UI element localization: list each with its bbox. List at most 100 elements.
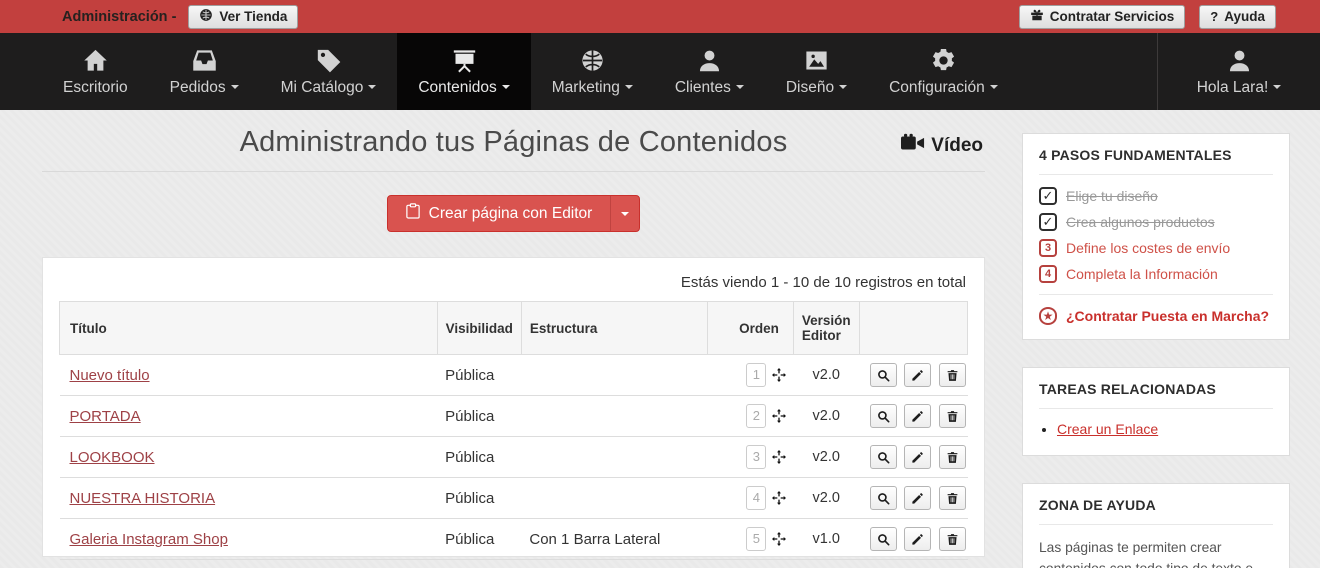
move-icon[interactable]: [771, 367, 787, 383]
tag-icon: [315, 47, 342, 74]
version-cell: v2.0: [793, 559, 860, 568]
preview-button[interactable]: [870, 404, 898, 428]
chevron-down-icon: [735, 85, 744, 90]
globe-icon: [579, 47, 606, 74]
nav-item-diseno[interactable]: Diseño: [765, 33, 868, 110]
page-title-link[interactable]: Galeria Instagram Shop: [70, 531, 228, 548]
table-header-row: Título Visibilidad Estructura Orden Vers…: [59, 301, 969, 355]
crear-enlace-link[interactable]: Crear un Enlace: [1057, 421, 1158, 437]
tasks-panel: TAREAS RELACIONADAS Crear un Enlace: [1022, 367, 1290, 456]
visibility-cell: Pública: [437, 477, 522, 519]
step-item[interactable]: ✓ Crea algunos productos: [1039, 213, 1273, 231]
structure-cell: [521, 354, 708, 396]
step-item[interactable]: 4 Completa la Información: [1039, 265, 1273, 283]
header-actions: [858, 301, 969, 355]
version-cell: v2.0: [793, 354, 860, 396]
nav-item-pedidos[interactable]: Pedidos: [149, 33, 260, 110]
table-row: Nuevo título Pública 1 v2.0: [59, 354, 968, 396]
create-page-dropdown-toggle[interactable]: [610, 196, 639, 231]
contratar-servicios-button[interactable]: Contratar Servicios: [1018, 4, 1186, 29]
nav-item-mi-catalogo[interactable]: Mi Catálogo: [260, 33, 398, 110]
chevron-down-icon: [989, 85, 998, 90]
delete-button[interactable]: [938, 445, 966, 469]
pages-table-card: Estás viendo 1 - 10 de 10 registros en t…: [42, 257, 985, 568]
delete-button[interactable]: [938, 527, 966, 551]
header-visibilidad: Visibilidad: [436, 301, 522, 355]
avatar: [1226, 47, 1253, 74]
nav-item-clientes[interactable]: Clientes: [654, 33, 765, 110]
page-title-link[interactable]: PORTADA: [70, 408, 141, 425]
visibility-cell: Pública: [437, 395, 522, 437]
table-row: PORTADA Pública 2 v2.0: [59, 395, 968, 437]
easel-icon: [451, 47, 478, 74]
table-row: BLOG Pública 6 v2.0: [59, 559, 968, 568]
move-icon[interactable]: [771, 531, 787, 547]
header-version-editor: Versión Editor: [792, 301, 860, 355]
edit-button[interactable]: [904, 363, 932, 387]
version-cell: v1.0: [793, 518, 860, 560]
order-input[interactable]: 2: [746, 404, 767, 428]
structure-cell: Con 1 Barra Lateral: [521, 518, 708, 560]
video-link[interactable]: Vídeo: [901, 133, 983, 159]
step-item[interactable]: 3 Define los costes de envío: [1039, 239, 1273, 257]
right-sidebar: 4 PASOS FUNDAMENTALES ✓ Elige tu diseño …: [1010, 110, 1320, 568]
order-input[interactable]: 3: [746, 445, 767, 469]
nav-item-escritorio[interactable]: Escritorio: [42, 33, 149, 110]
list-item: Crear un Enlace: [1057, 421, 1273, 437]
inbox-icon: [191, 47, 218, 74]
preview-button[interactable]: [870, 363, 898, 387]
nav-item-marketing[interactable]: Marketing: [531, 33, 654, 110]
step-item[interactable]: ✓ Elige tu diseño: [1039, 187, 1273, 205]
delete-button[interactable]: [938, 363, 966, 387]
records-info: Estás viendo 1 - 10 de 10 registros en t…: [680, 274, 966, 291]
version-cell: v2.0: [793, 477, 860, 519]
preview-button[interactable]: [870, 527, 898, 551]
move-icon[interactable]: [771, 449, 787, 465]
order-input[interactable]: 5: [746, 527, 767, 551]
chevron-down-icon: [230, 85, 239, 90]
order-input[interactable]: 4: [746, 486, 767, 510]
version-cell: v2.0: [793, 436, 860, 478]
main-content: Administrando tus Páginas de Contenidos …: [0, 110, 1010, 568]
ver-tienda-button[interactable]: Ver Tienda: [188, 4, 299, 29]
nav-item-configuracion[interactable]: Configuración: [868, 33, 1019, 110]
preview-button[interactable]: [870, 486, 898, 510]
page-title-link[interactable]: Nuevo título: [70, 367, 150, 384]
delete-button[interactable]: [938, 404, 966, 428]
page-header: Administrando tus Páginas de Contenidos …: [42, 110, 985, 172]
toolbar: Crear página con Editor: [42, 195, 985, 232]
help-panel: ZONA DE AYUDA Las páginas te permiten cr…: [1022, 483, 1290, 568]
structure-cell: [521, 559, 708, 568]
move-icon[interactable]: [771, 490, 787, 506]
visibility-cell: Pública: [437, 354, 522, 396]
user-menu[interactable]: Hola Lara!: [1157, 33, 1320, 110]
create-page-split-button: Crear página con Editor: [386, 195, 641, 232]
page-title-link[interactable]: NUESTRA HISTORIA: [70, 490, 216, 507]
steps-panel-title: 4 PASOS FUNDAMENTALES: [1039, 147, 1232, 163]
edit-button[interactable]: [904, 527, 932, 551]
chevron-down-icon: [839, 85, 848, 90]
ayuda-button[interactable]: ? Ayuda: [1199, 4, 1276, 29]
move-icon[interactable]: [771, 408, 787, 424]
question-icon: ?: [1210, 9, 1219, 24]
delete-button[interactable]: [938, 486, 966, 510]
preview-button[interactable]: [870, 445, 898, 469]
star-icon: ★: [1039, 307, 1057, 325]
chevron-down-icon: [621, 211, 630, 216]
user-icon: [696, 47, 723, 74]
contratar-puesta-link[interactable]: ★ ¿Contratar Puesta en Marcha?: [1039, 307, 1273, 325]
header-orden: Orden: [706, 301, 794, 355]
clipboard-icon: [405, 203, 420, 224]
page-title-link[interactable]: LOOKBOOK: [70, 449, 155, 466]
step-number-badge: 3: [1039, 239, 1057, 257]
nav-item-contenidos[interactable]: Contenidos: [397, 33, 531, 110]
order-input[interactable]: 1: [746, 363, 767, 387]
edit-button[interactable]: [904, 404, 932, 428]
visibility-cell: Pública: [437, 518, 522, 560]
edit-button[interactable]: [904, 445, 932, 469]
edit-button[interactable]: [904, 486, 932, 510]
home-icon: [82, 47, 109, 74]
header-estructura: Estructura: [520, 301, 708, 355]
create-page-button[interactable]: Crear página con Editor: [388, 196, 611, 231]
structure-cell: [521, 436, 708, 478]
